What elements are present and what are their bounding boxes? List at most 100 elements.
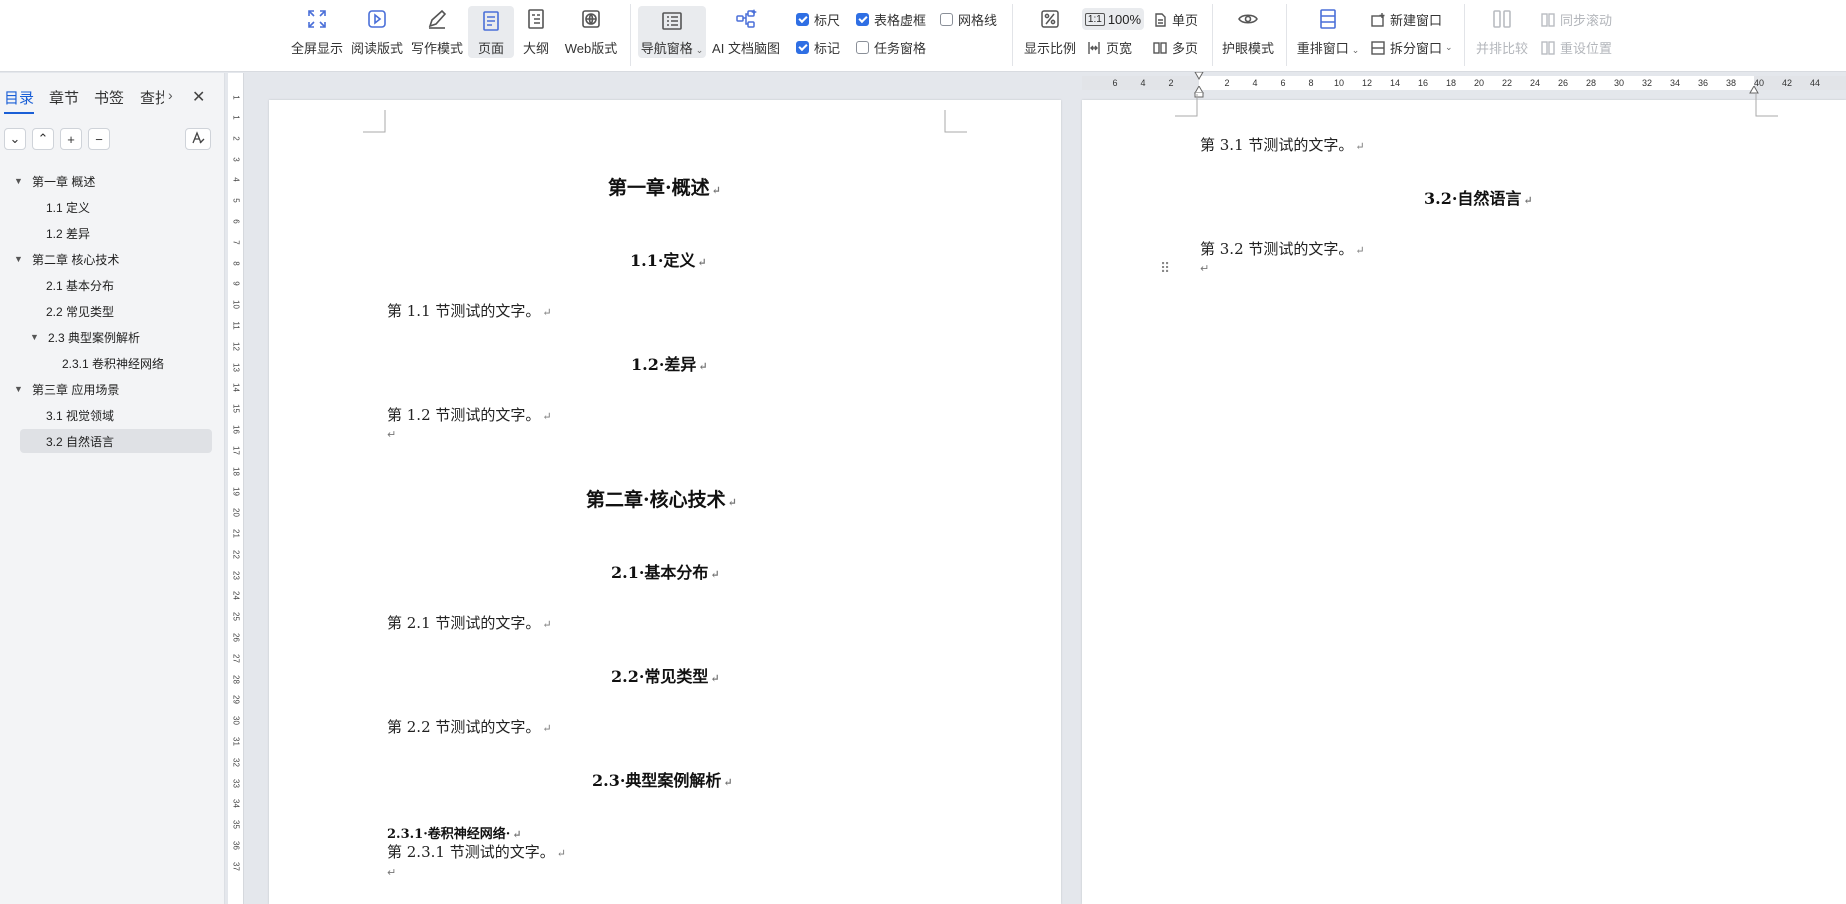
expand-up-button[interactable]: ⌃ xyxy=(32,128,54,150)
ruler-tick-label: 10 xyxy=(231,300,241,310)
eye-mode-button[interactable]: 护眼模式 xyxy=(1220,0,1276,60)
marks-checkbox[interactable]: 标记 xyxy=(796,38,840,57)
nav-pane-button[interactable]: 导航窗格 ⌄ xyxy=(638,6,706,58)
tab-bookmarks[interactable]: 书签 xyxy=(94,87,124,108)
new-window-button[interactable]: 新建窗口 xyxy=(1370,10,1442,29)
ruler-tick-label: 30 xyxy=(231,716,241,726)
document-page-1[interactable]: 第一章·概述 ↵ 1.1·定义 ↵ 第 1.1 节测试的文字。 ↵ 1.2·差异 ↵ 第… xyxy=(269,100,1061,904)
single-page-label: 单页 xyxy=(1172,13,1199,28)
reading-layout-button[interactable]: 阅读版式 xyxy=(348,0,406,60)
vertical-ruler[interactable]: 1 1 2 3 4 5 6 7 8 9 10 11 12 13 14 15 16 17 18 19 20 21 22 23 24… xyxy=(228,73,244,904)
single-page-button[interactable]: 单页 xyxy=(1152,10,1198,29)
checkbox-checked-icon xyxy=(856,13,869,26)
drag-handle-icon[interactable]: ⠿ xyxy=(1160,260,1170,277)
zoom-100-button[interactable]: 1:1 100% xyxy=(1082,8,1144,30)
heading-2-3: 2.3·典型案例解析 ↵ xyxy=(592,771,733,790)
page-layout-button[interactable]: 页面 xyxy=(468,6,514,58)
expand-triangle-icon[interactable]: ▼ xyxy=(14,254,24,264)
ruler-tick-label: 18 xyxy=(231,466,241,476)
ruler-tick-label: 34 xyxy=(1669,78,1681,88)
toc-item[interactable]: ▼ 2.3 典型案例解析 xyxy=(30,325,140,349)
ruler-checkbox[interactable]: 标尺 xyxy=(796,10,840,29)
reading-layout-label: 阅读版式 xyxy=(350,41,403,56)
ruler-tick-label: 2 xyxy=(1168,78,1174,88)
pen-icon xyxy=(424,6,450,32)
tab-toc[interactable]: 目录 xyxy=(4,87,35,114)
toc-item[interactable]: 3.1 视觉领域 xyxy=(46,403,114,427)
toc-item[interactable]: ▼ 第二章 核心技术 xyxy=(14,247,119,271)
ruler-tick-label: 12 xyxy=(231,341,241,351)
page-width-label: 页宽 xyxy=(1106,41,1133,56)
page-width-button[interactable]: 页宽 xyxy=(1086,38,1132,57)
add-heading-button[interactable]: + xyxy=(60,128,82,150)
table-gridlines-checkbox[interactable]: 表格虚框 xyxy=(856,10,926,29)
fullscreen-button[interactable]: 全屏显示 xyxy=(290,0,344,60)
body-paragraph: 第 3.1 节测试的文字。 ↵ xyxy=(1200,136,1365,154)
tab-sections[interactable]: 章节 xyxy=(49,87,79,108)
reset-position-icon xyxy=(1540,40,1556,56)
heading-chapter-1: 第一章·概述 ↵ xyxy=(608,177,721,199)
ruler-tick-label: 13 xyxy=(231,362,241,372)
paragraph-mark: ↵ xyxy=(1200,263,1210,275)
collapse-all-button[interactable]: ⌄ xyxy=(4,128,26,150)
toc-style-button[interactable] xyxy=(185,128,211,150)
ruler-tick-label: 27 xyxy=(231,653,241,663)
text-style-icon xyxy=(191,130,205,148)
web-layout-label: Web版式 xyxy=(564,41,618,56)
expand-triangle-icon[interactable]: ▼ xyxy=(14,176,24,186)
rearrange-window-button[interactable]: 重排窗口 ⌄ xyxy=(1296,0,1360,60)
sync-scroll-button[interactable]: 同步滚动 xyxy=(1540,10,1612,29)
toc-item[interactable]: ▼ 第一章 概述 xyxy=(14,169,95,193)
close-icon[interactable]: ✕ xyxy=(192,87,205,107)
body-paragraph: 第 1.1 节测试的文字。 ↵ xyxy=(387,302,552,320)
zoom-ratio-button[interactable]: 显示比例 xyxy=(1022,0,1078,60)
expand-triangle-icon[interactable]: ▼ xyxy=(30,332,40,342)
ruler-tick-label: 6 xyxy=(1112,78,1118,88)
ai-mindmap-button[interactable]: AI 文档脑图 xyxy=(710,0,782,60)
ruler-margin-right xyxy=(1754,76,1846,90)
tabs-scroll-right-icon[interactable]: › xyxy=(168,87,173,103)
eye-mode-label: 护眼模式 xyxy=(1221,41,1274,56)
nav-tabs: 目录 章节 书签 查找 › ✕ xyxy=(0,87,225,114)
toc-item[interactable]: 1.2 差异 xyxy=(46,221,90,245)
web-layout-button[interactable]: Web版式 xyxy=(562,0,620,60)
toc-item-selected[interactable]: 3.2 自然语言 xyxy=(20,429,212,453)
ruler-tick-label: 28 xyxy=(231,674,241,684)
expand-triangle-icon[interactable]: ▼ xyxy=(14,384,24,394)
margin-corner-mark xyxy=(363,110,386,133)
split-window-button[interactable]: 拆分窗口 ⌄ xyxy=(1370,38,1453,57)
divider xyxy=(1012,4,1013,66)
rearrange-window-icon xyxy=(1315,6,1341,32)
document-page-2[interactable]: 第 3.1 节测试的文字。 ↵ 3.2·自然语言 ↵ 第 3.2 节测试的文字。 ↵ … xyxy=(1082,94,1846,904)
writing-mode-button[interactable]: 写作模式 xyxy=(408,0,466,60)
ruler-tick-label: 42 xyxy=(1781,78,1793,88)
ruler-tick-label: 5 xyxy=(231,198,241,203)
ruler-tick-label: 33 xyxy=(231,778,241,788)
toc-item[interactable]: 2.3.1 卷积神经网络 xyxy=(62,351,164,375)
toc-item[interactable]: 2.1 基本分布 xyxy=(46,273,114,297)
one-to-one-icon: 1:1 xyxy=(1084,12,1105,26)
reading-layout-icon xyxy=(364,6,390,32)
body-paragraph: 第 2.2 节测试的文字。 ↵ xyxy=(387,718,552,736)
ruler-tick-label: 4 xyxy=(1140,78,1146,88)
toc-item[interactable]: ▼ 第三章 应用场景 xyxy=(14,377,119,401)
ruler-tick-label: 8 xyxy=(231,260,241,266)
reset-position-button[interactable]: 重设位置 xyxy=(1540,38,1612,57)
toc-item[interactable]: 1.1 定义 xyxy=(46,195,90,219)
first-line-indent-handle[interactable] xyxy=(1194,72,1204,80)
split-window-label: 拆分窗口 xyxy=(1390,41,1443,56)
right-indent-handle[interactable] xyxy=(1749,86,1759,94)
outline-button[interactable]: 大纲 xyxy=(516,0,556,60)
tab-find[interactable]: 查找 xyxy=(140,87,164,108)
toc-item[interactable]: 2.2 常见类型 xyxy=(46,299,114,323)
nav-pane-label: 导航窗格 ⌄ xyxy=(640,41,704,56)
side-by-side-button[interactable]: 并排比较 xyxy=(1474,0,1530,60)
remove-heading-button[interactable]: − xyxy=(88,128,110,150)
ruler-tick-label: 31 xyxy=(231,737,241,746)
grid-checkbox[interactable]: 网格线 xyxy=(940,10,997,29)
ruler-tick-label: 16 xyxy=(231,425,241,434)
task-pane-checkbox[interactable]: 任务窗格 xyxy=(856,38,926,57)
divider xyxy=(1464,4,1465,66)
multi-page-button[interactable]: 多页 xyxy=(1152,38,1198,57)
ruler-tick-label: 11 xyxy=(231,321,241,330)
